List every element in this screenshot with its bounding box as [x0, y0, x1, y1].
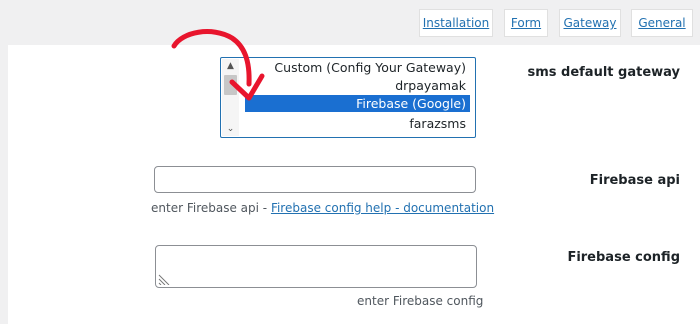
firebase-api-input[interactable] — [154, 166, 476, 193]
gateway-option-farazsms[interactable]: farazsms — [245, 115, 470, 132]
scroll-thumb[interactable] — [224, 75, 237, 95]
firebase-api-label: Firebase api — [589, 173, 680, 188]
scroll-up-icon[interactable]: ▲ — [222, 59, 239, 73]
firebase-api-description-text: enter Firebase api - — [151, 201, 268, 215]
settings-tabs: Installation Form Gateway General — [0, 9, 700, 45]
firebase-config-textarea[interactable] — [155, 245, 477, 288]
gateway-option-firebase[interactable]: Firebase (Google) — [245, 95, 470, 112]
scroll-down-icon[interactable]: ⌄ — [222, 122, 239, 136]
firebase-config-help-link[interactable]: Firebase config help - documentation — [271, 201, 494, 215]
firebase-config-label: Firebase config — [567, 250, 680, 265]
tab-installation[interactable]: Installation — [419, 9, 493, 37]
tab-general[interactable]: General — [631, 9, 693, 37]
resize-grip-icon[interactable] — [158, 273, 170, 285]
tab-gateway[interactable]: Gateway — [559, 9, 621, 37]
tab-form[interactable]: Form — [504, 9, 548, 37]
gateway-option-custom[interactable]: Custom (Config Your Gateway) — [245, 59, 470, 76]
gateway-label: sms default gateway — [527, 65, 680, 80]
gateway-option-drpayamak[interactable]: drpayamak — [245, 77, 470, 94]
firebase-config-description: enter Firebase config — [357, 294, 484, 308]
gateway-select[interactable]: ▲ ⌄ Custom (Config Your Gateway) drpayam… — [220, 57, 476, 138]
firebase-api-description: enter Firebase api - Firebase config hel… — [151, 201, 494, 215]
gateway-select-scrollbar[interactable]: ▲ ⌄ — [222, 59, 239, 136]
